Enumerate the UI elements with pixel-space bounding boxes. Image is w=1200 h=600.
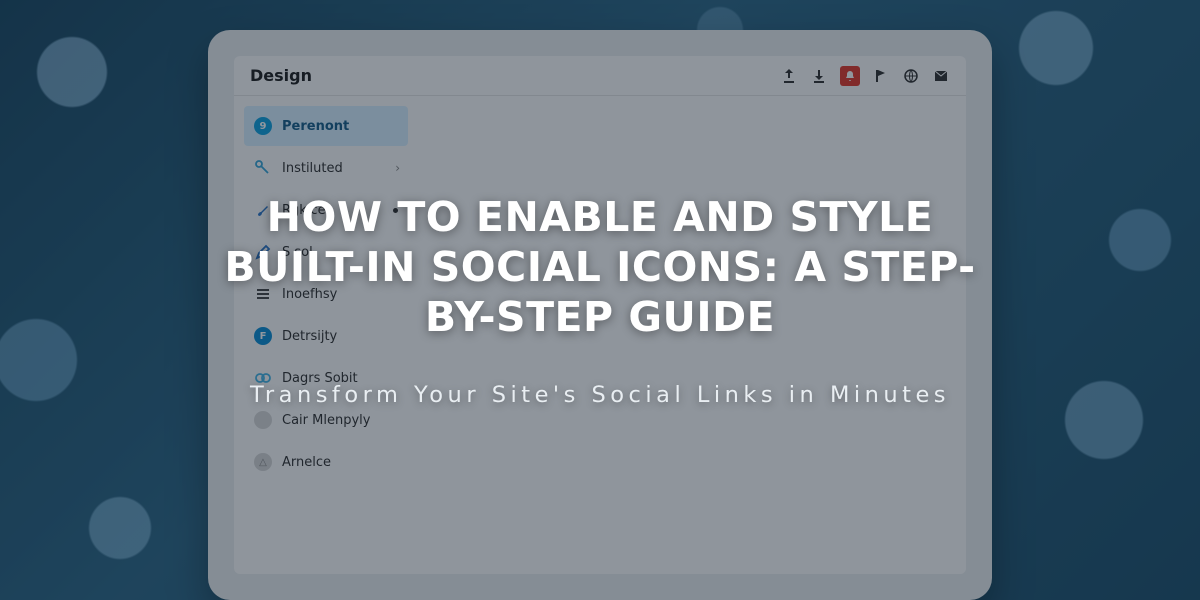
hero-title: HOW TO ENABLE AND STYLE BUILT-IN SOCIAL …	[210, 192, 990, 342]
hero-overlay: HOW TO ENABLE AND STYLE BUILT-IN SOCIAL …	[0, 0, 1200, 600]
hero-subtitle: Transform Your Site's Social Links in Mi…	[250, 382, 950, 408]
